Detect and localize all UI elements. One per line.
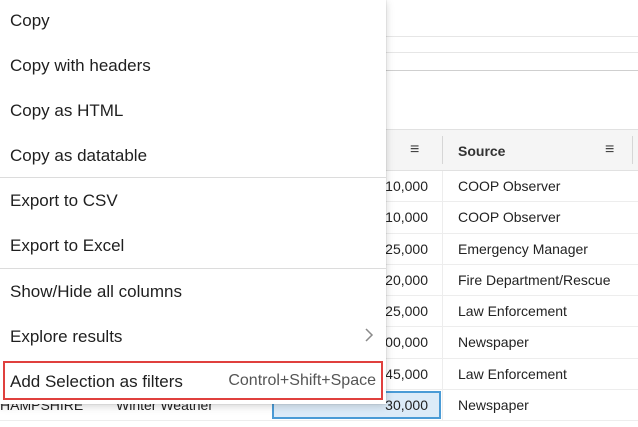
chevron-right-icon [364, 328, 374, 347]
menu-item-explore-results[interactable]: Explore results [0, 316, 386, 361]
cell-source[interactable]: Law Enforcement [458, 366, 567, 382]
divider-line [386, 70, 638, 71]
menu-item-label: Export to CSV [10, 191, 118, 210]
hamburger-icon[interactable]: ≡ [605, 141, 614, 159]
cell-separator [442, 264, 443, 296]
cell-separator [442, 296, 443, 327]
menu-item-export-csv[interactable]: Export to CSV [0, 180, 386, 225]
menu-divider [0, 177, 386, 178]
cell-source[interactable]: Newspaper [458, 334, 529, 350]
column-separator[interactable] [442, 136, 443, 164]
column-separator[interactable] [632, 136, 633, 164]
menu-divider [0, 268, 386, 269]
cell-separator [442, 327, 443, 358]
cell-source[interactable]: Newspaper [458, 397, 529, 413]
cell-source[interactable]: COOP Observer [458, 209, 560, 225]
menu-item-label: Show/Hide all columns [10, 282, 182, 301]
cell-source[interactable]: Emergency Manager [458, 241, 588, 257]
menu-item-label: Copy with headers [10, 56, 151, 75]
menu-item-show-hide-columns[interactable]: Show/Hide all columns [0, 271, 386, 316]
cell-separator [442, 358, 443, 390]
cell-property[interactable]: 45,000 [385, 366, 428, 382]
cell-separator [442, 233, 443, 264]
top-bar [386, 0, 638, 37]
menu-item-copy-as-html[interactable]: Copy as HTML [0, 90, 386, 135]
hamburger-icon[interactable]: ≡ [410, 141, 419, 159]
cell-property[interactable]: 10,000 [385, 209, 428, 225]
menu-item-label: Copy as datatable [10, 146, 148, 165]
menu-item-label: Copy [10, 11, 50, 30]
menu-item-label: Copy as HTML [10, 101, 124, 120]
cell-property[interactable]: 30,000 [385, 397, 428, 413]
menu-item-copy[interactable]: Copy [0, 0, 386, 45]
menu-item-export-excel[interactable]: Export to Excel [0, 225, 386, 270]
menu-item-copy-as-datatable[interactable]: Copy as datatable [0, 135, 386, 180]
context-menu: Copy Copy with headers Copy as HTML Copy… [0, 0, 386, 404]
highlight-box [3, 361, 383, 400]
menu-item-copy-with-headers[interactable]: Copy with headers [0, 45, 386, 90]
cell-separator [442, 202, 443, 233]
cell-property[interactable]: 00,000 [385, 334, 428, 350]
divider-line [386, 52, 638, 53]
cell-separator [442, 390, 443, 421]
cell-source[interactable]: COOP Observer [458, 178, 560, 194]
menu-item-label: Explore results [10, 327, 123, 346]
cell-property[interactable]: 20,000 [385, 272, 428, 288]
cell-source[interactable]: Fire Department/Rescue [458, 272, 611, 288]
cell-property[interactable]: 25,000 [385, 303, 428, 319]
cell-property[interactable]: 10,000 [385, 178, 428, 194]
cell-separator [442, 171, 443, 202]
cell-source[interactable]: Law Enforcement [458, 303, 567, 319]
cell-property[interactable]: 25,000 [385, 241, 428, 257]
menu-item-label: Export to Excel [10, 236, 125, 255]
column-header-source[interactable]: Source [458, 143, 505, 159]
